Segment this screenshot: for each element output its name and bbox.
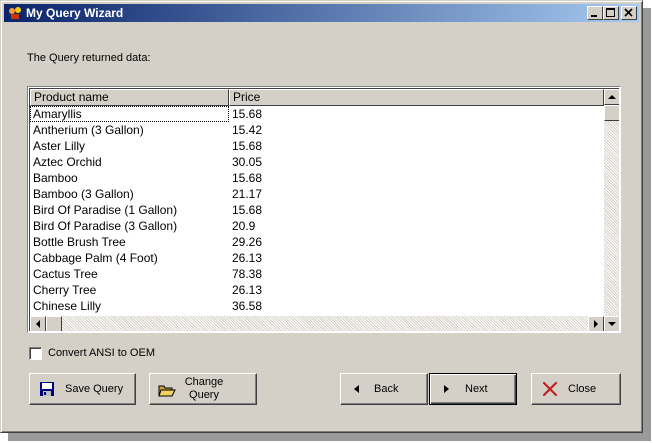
table-row[interactable]: Antherium (3 Gallon) 15.42 [30,122,604,138]
product-cell: Bottle Brush Tree [33,235,126,249]
save-query-button[interactable]: Save Query [29,373,136,405]
product-cell: Cactus Tree [33,267,98,281]
change-query-label: Change Query [180,374,228,404]
arrow-up-icon [608,95,616,99]
results-rows: Amaryllis 15.68 Antherium (3 Gallon) 15.42… [30,106,604,316]
table-row[interactable]: Amaryllis 15.68 [30,106,604,122]
title-bar[interactable]: My Query Wizard [4,4,639,22]
product-cell: Chinese Lilly [33,299,102,313]
product-cell: Aztec Orchid [33,155,102,169]
table-row[interactable]: Cabbage Palm (4 Foot) 26.13 [30,250,604,266]
scroll-up-button[interactable] [604,89,619,105]
table-row[interactable]: Cherry Tree 26.13 [30,282,604,298]
arrow-left-icon [36,320,40,328]
arrow-down-icon [608,322,616,326]
product-cell: Bird Of Paradise (1 Gallon) [33,203,178,217]
results-grid[interactable]: Product name Price Amaryllis 15.68 Anther… [27,86,621,333]
price-cell: 30.05 [232,155,263,169]
column-header-price[interactable]: Price [229,89,604,106]
change-query-line2: Query [189,389,219,401]
arrow-right-icon [444,385,449,393]
product-cell: Bird Of Paradise (3 Gallon) [33,219,178,233]
next-label: Next [465,382,488,395]
arrow-left-icon [354,385,359,393]
open-folder-icon [158,385,176,397]
table-row[interactable]: Aztec Orchid 30.05 [30,154,604,170]
wizard-window: My Query Wizard The Query returned data:… [0,0,643,433]
wizard-app-icon [9,7,21,19]
price-cell: 26.13 [232,251,263,265]
product-cell: Cabbage Palm (4 Foot) [33,251,158,265]
scroll-left-button[interactable] [30,316,46,331]
save-query-label: Save Query [65,382,124,395]
save-disk-icon [40,382,54,396]
horizontal-scroll-thumb[interactable] [46,316,62,331]
price-cell: 15.68 [232,139,263,153]
close-x-icon [542,381,558,397]
table-row[interactable]: Chinese Lilly 36.58 [30,298,604,314]
price-cell: 15.42 [232,123,263,137]
close-button[interactable]: Close [531,373,621,405]
query-returned-label: The Query returned data: [27,52,151,64]
price-cell: 21.17 [232,187,263,201]
back-label: Back [374,382,399,395]
next-button[interactable]: Next [429,373,517,405]
price-cell: 26.13 [232,283,263,297]
close-label: Close [568,382,597,395]
minimize-icon [591,15,597,17]
arrow-right-icon [594,320,598,328]
scroll-down-button[interactable] [604,316,619,331]
product-cell: Bamboo [33,171,78,185]
table-row[interactable]: Bird Of Paradise (1 Gallon) 15.68 [30,202,604,218]
table-row[interactable]: Cactus Tree 78.38 [30,266,604,282]
column-header-product-name[interactable]: Product name [30,89,229,106]
price-cell: 78.38 [232,267,263,281]
convert-ansi-checkbox[interactable] [29,347,42,360]
product-cell: Amaryllis [30,106,229,122]
table-row[interactable]: Bottle Brush Tree 29.26 [30,234,604,250]
price-cell: 15.68 [232,203,263,217]
change-query-button[interactable]: Change Query [149,373,257,405]
price-cell: 15.68 [232,107,263,121]
vertical-scrollbar[interactable] [604,89,619,316]
product-cell: Bamboo (3 Gallon) [33,187,134,201]
price-cell: 15.68 [232,171,263,185]
table-row[interactable]: Aster Lilly 15.68 [30,138,604,154]
change-query-line1: Change [184,376,224,388]
product-cell: Antherium (3 Gallon) [33,123,144,137]
window-title: My Query Wizard [26,6,124,20]
product-cell: Aster Lilly [33,139,86,153]
minimize-button[interactable] [587,6,603,20]
back-button[interactable]: Back [340,373,428,405]
horizontal-scrollbar[interactable] [30,316,604,331]
vertical-scroll-thumb[interactable] [604,105,619,121]
maximize-button[interactable] [603,6,619,20]
close-icon [624,8,633,17]
price-cell: 20.9 [232,219,256,233]
price-cell: 36.58 [232,299,263,313]
table-row[interactable]: Bamboo (3 Gallon) 21.17 [30,186,604,202]
table-row[interactable]: Bird Of Paradise (3 Gallon) 20.9 [30,218,604,234]
scrollbar-corner [604,316,619,331]
scroll-right-button[interactable] [588,316,604,331]
convert-ansi-label: Convert ANSI to OEM [48,347,155,359]
product-cell: Cherry Tree [33,283,97,297]
maximize-icon [606,8,615,17]
price-cell: 29.26 [232,235,263,249]
close-window-button[interactable] [621,6,637,20]
table-row[interactable]: Bamboo 15.68 [30,170,604,186]
